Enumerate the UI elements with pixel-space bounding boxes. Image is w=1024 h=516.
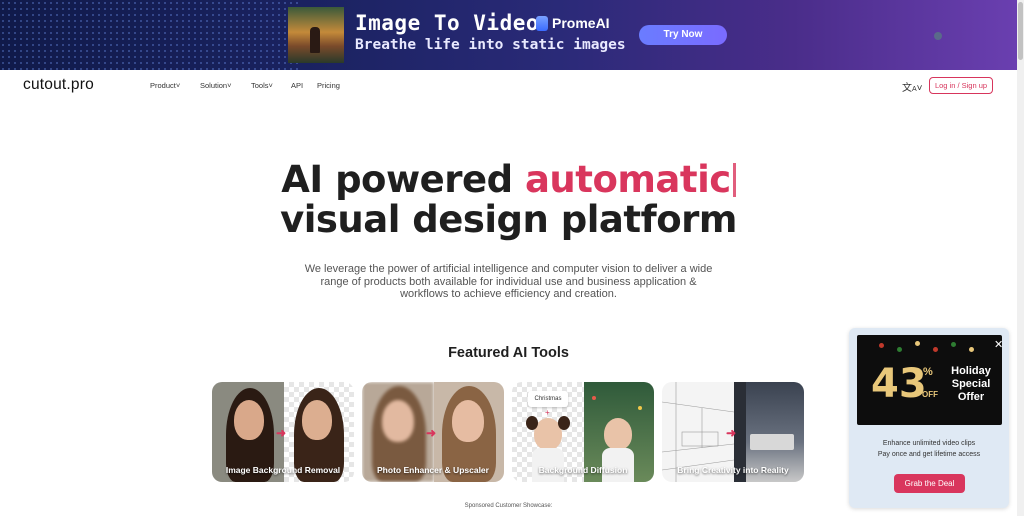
tool-card-background-removal[interactable]: ➜ Image Background Removal [212, 382, 354, 482]
discount-percent: % [923, 366, 933, 378]
nav-item-tools[interactable]: Tools˅ [251, 81, 273, 90]
nav-item-api[interactable]: API [291, 81, 303, 90]
scrollbar-thumb[interactable] [1018, 2, 1023, 60]
hero-title-accent: automatic [524, 158, 731, 201]
tool-card-photo-enhancer[interactable]: ➜ Photo Enhancer & Upscaler [362, 382, 504, 482]
ad-banner[interactable]: Image To Video Breathe life into static … [0, 0, 1017, 70]
tool-card-label: Photo Enhancer & Upscaler [377, 465, 489, 475]
banner-brand-name: PromeAI [552, 15, 610, 31]
page: Image To Video Breathe life into static … [0, 0, 1024, 516]
ad-info-icon[interactable] [934, 32, 942, 40]
banner-subtitle: Breathe life into static images [355, 37, 626, 53]
hero-title-line-2: visual design platform [280, 198, 737, 241]
discount-number: 43 [871, 361, 927, 407]
page-scrollbar[interactable] [1017, 0, 1024, 516]
try-now-button[interactable]: Try Now [639, 25, 727, 45]
nav-item-solution[interactable]: Solution˅ [200, 81, 232, 90]
nav-item-product[interactable]: Product˅ [150, 81, 180, 90]
hero-description: We leverage the power of artificial inte… [304, 263, 713, 300]
transform-arrow-icon: ➜ [426, 426, 437, 440]
tool-card-label: Background Diffusion [538, 465, 628, 475]
plus-icon: + [545, 408, 550, 417]
top-navigation: cutout.pro Product˅ Solution˅ Tools˅ API… [0, 70, 1017, 102]
promo-line-1: Enhance unlimited video clips [882, 440, 976, 447]
transform-arrow-icon: ➜ [726, 426, 737, 440]
hero-title-prefix: AI powered [281, 158, 525, 201]
banner-thumbnail [288, 7, 344, 63]
typing-caret [732, 163, 736, 197]
tool-card-label: Bring Creativity into Reality [677, 465, 789, 475]
banner-title: Image To Video [355, 11, 540, 35]
grab-deal-button[interactable]: Grab the Deal [894, 474, 965, 493]
transform-arrow-icon: ➜ [276, 426, 287, 440]
promeai-logo-icon [536, 15, 548, 31]
promo-line-2: Pay once and get lifetime access [877, 451, 981, 458]
nav-item-pricing[interactable]: Pricing [317, 81, 340, 90]
close-icon[interactable]: ✕ [994, 338, 1002, 351]
tool-card-creativity[interactable]: ➜ Bring Creativity into Reality [662, 382, 804, 482]
holiday-offer-banner[interactable]: 43 % OFF Holiday Special Offer ✕ [857, 335, 1002, 425]
login-signup-button[interactable]: Log in / Sign up [929, 77, 993, 94]
banner-brand: PromeAI [536, 15, 610, 31]
translate-icon[interactable]: 文A˅ [902, 79, 923, 94]
site-logo[interactable]: cutout.pro [23, 76, 94, 94]
banner-pattern [0, 0, 300, 70]
tool-card-background-diffusion[interactable]: Christmas + Background Diffusion [512, 382, 654, 482]
christmas-tag: Christmas [528, 391, 568, 407]
holiday-offer-popup: 43 % OFF Holiday Special Offer ✕ Enhance… [849, 328, 1009, 508]
holiday-headline: Holiday Special Offer [951, 365, 991, 403]
discount-off: OFF [922, 390, 938, 399]
hero-title-line-1: AI powered automatic [0, 158, 1017, 201]
tool-card-label: Image Background Removal [225, 465, 341, 475]
